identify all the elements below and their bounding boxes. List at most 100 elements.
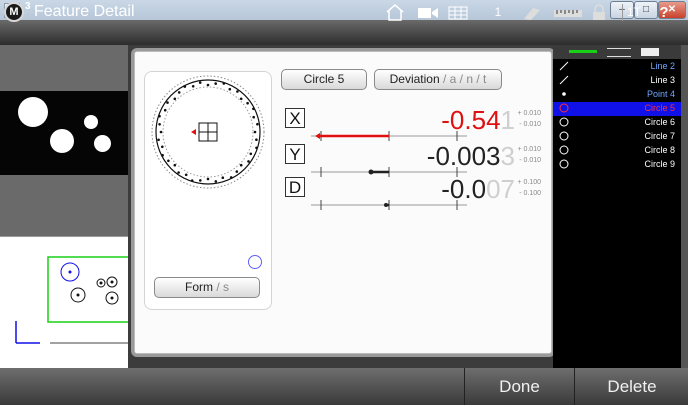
form-sample-point <box>249 152 253 156</box>
form-sample-point <box>214 180 218 183</box>
form-sample-point <box>206 177 210 181</box>
form-sample-point <box>199 179 202 182</box>
home-icon[interactable] <box>384 4 406 21</box>
form-sample-point <box>236 90 239 93</box>
line-icon <box>559 75 569 85</box>
list-item-label: Line 2 <box>650 61 675 71</box>
camera-feature-blob <box>94 135 111 152</box>
point-icon <box>559 89 569 99</box>
form-sample-point <box>221 176 225 179</box>
list-item[interactable]: Circle 9 <box>553 158 681 172</box>
form-sample-point <box>158 114 161 118</box>
form-sample-point <box>253 130 257 134</box>
form-button[interactable]: Form / s <box>154 277 260 298</box>
form-sample-point <box>158 123 161 126</box>
deviation-button[interactable]: Deviation / a / n / t <box>374 69 502 90</box>
table-icon[interactable] <box>447 4 469 21</box>
circle-icon <box>559 159 569 169</box>
deviation-gauge <box>311 200 467 210</box>
tol-plus: + 0.010 <box>517 146 541 153</box>
form-sample-point <box>239 163 243 167</box>
measurement-row-x: X -0.541 + 0.010 - 0.010 <box>285 105 555 142</box>
form-sample-point <box>184 173 188 177</box>
list-item-label: Circle 8 <box>644 145 675 155</box>
logo: M <box>4 2 24 22</box>
camera-view[interactable] <box>0 91 128 175</box>
list-item-label: Circle 7 <box>644 131 675 141</box>
form-sample-point <box>228 87 232 91</box>
form-sample-point <box>198 81 202 84</box>
form-sample-point <box>159 130 163 134</box>
list-item-label: Circle 5 <box>644 103 675 113</box>
form-sample-point <box>183 85 187 88</box>
tab-box[interactable] <box>641 48 659 56</box>
form-sample-point <box>166 101 169 104</box>
part-view[interactable] <box>0 236 131 372</box>
form-sample-point <box>256 122 259 126</box>
list-item[interactable]: Point 4 <box>553 88 681 102</box>
lock-icon[interactable] <box>591 4 607 21</box>
delete-button[interactable]: Delete <box>574 368 688 405</box>
list-item[interactable]: Circle 5 <box>553 102 681 116</box>
logo-superscript: 3 <box>25 1 31 12</box>
form-sample-point <box>239 97 243 101</box>
form-sample-point <box>247 160 250 163</box>
probe-icon[interactable] <box>521 4 543 21</box>
tol-plus: + 0.100 <box>517 179 541 186</box>
form-sample-point <box>191 85 195 88</box>
form-sample-point <box>222 82 226 85</box>
list-item[interactable]: Circle 6 <box>553 116 681 130</box>
form-option: / s <box>216 280 229 294</box>
tol-minus: - 0.100 <box>519 190 541 197</box>
axis-label: Y <box>285 144 305 164</box>
list-item-label: Circle 6 <box>644 117 675 127</box>
tab-lines[interactable] <box>607 48 631 57</box>
list-item-label: Point 4 <box>646 89 675 99</box>
axis-label: D <box>285 177 305 197</box>
feature-name-button[interactable]: Circle 5 <box>281 69 367 90</box>
tab-green[interactable] <box>569 50 597 53</box>
form-sample-point <box>255 146 258 150</box>
ruler-icon[interactable] <box>553 4 583 21</box>
form-label: Form <box>184 280 213 294</box>
view-tabs <box>553 45 681 59</box>
list-item-label: Circle 9 <box>644 159 675 169</box>
list-item[interactable]: Line 3 <box>553 74 681 88</box>
form-sample-point <box>157 138 160 142</box>
scrollbar[interactable] <box>681 45 688 368</box>
circle-icon <box>559 103 569 113</box>
user-indicator[interactable]: 1T <box>622 4 645 21</box>
measurement-row-d: D -0.007 + 0.100 - 0.100 <box>285 174 555 211</box>
camera-feature-blob <box>18 97 48 127</box>
line-icon <box>559 61 569 71</box>
deviation-options: / a / n / t <box>443 72 487 86</box>
camera-feature-blob <box>50 129 74 153</box>
form-sample-point <box>161 145 164 149</box>
form-sample-point <box>177 171 180 174</box>
reference-circle-icon <box>248 255 262 269</box>
camera-feature-blob <box>84 115 98 129</box>
video-camera-icon[interactable] <box>417 4 439 21</box>
done-button[interactable]: Done <box>464 368 574 405</box>
form-sample-point <box>214 82 217 85</box>
app-header <box>0 20 688 45</box>
help-button[interactable]: ? <box>655 4 673 21</box>
tol-plus: + 0.010 <box>517 110 541 117</box>
list-item[interactable]: Line 2 <box>553 60 681 74</box>
list-item[interactable]: Circle 7 <box>553 130 681 144</box>
page-title: Feature Detail <box>34 3 135 20</box>
circle-form-plot <box>148 72 268 197</box>
form-sample-point <box>206 83 210 87</box>
form-sample-point <box>161 153 164 157</box>
tol-minus: - 0.010 <box>519 157 541 164</box>
form-sample-point <box>177 91 181 94</box>
form-sample-point <box>190 179 194 182</box>
form-sample-point <box>252 107 255 111</box>
form-sample-point <box>246 101 249 105</box>
list-item[interactable]: Circle 8 <box>553 144 681 158</box>
form-sample-point <box>255 138 258 141</box>
form-sample-point <box>163 108 167 112</box>
tol-minus: - 0.010 <box>519 121 541 128</box>
count-indicator: 1 <box>494 5 502 19</box>
list-item-label: Line 3 <box>650 75 675 85</box>
